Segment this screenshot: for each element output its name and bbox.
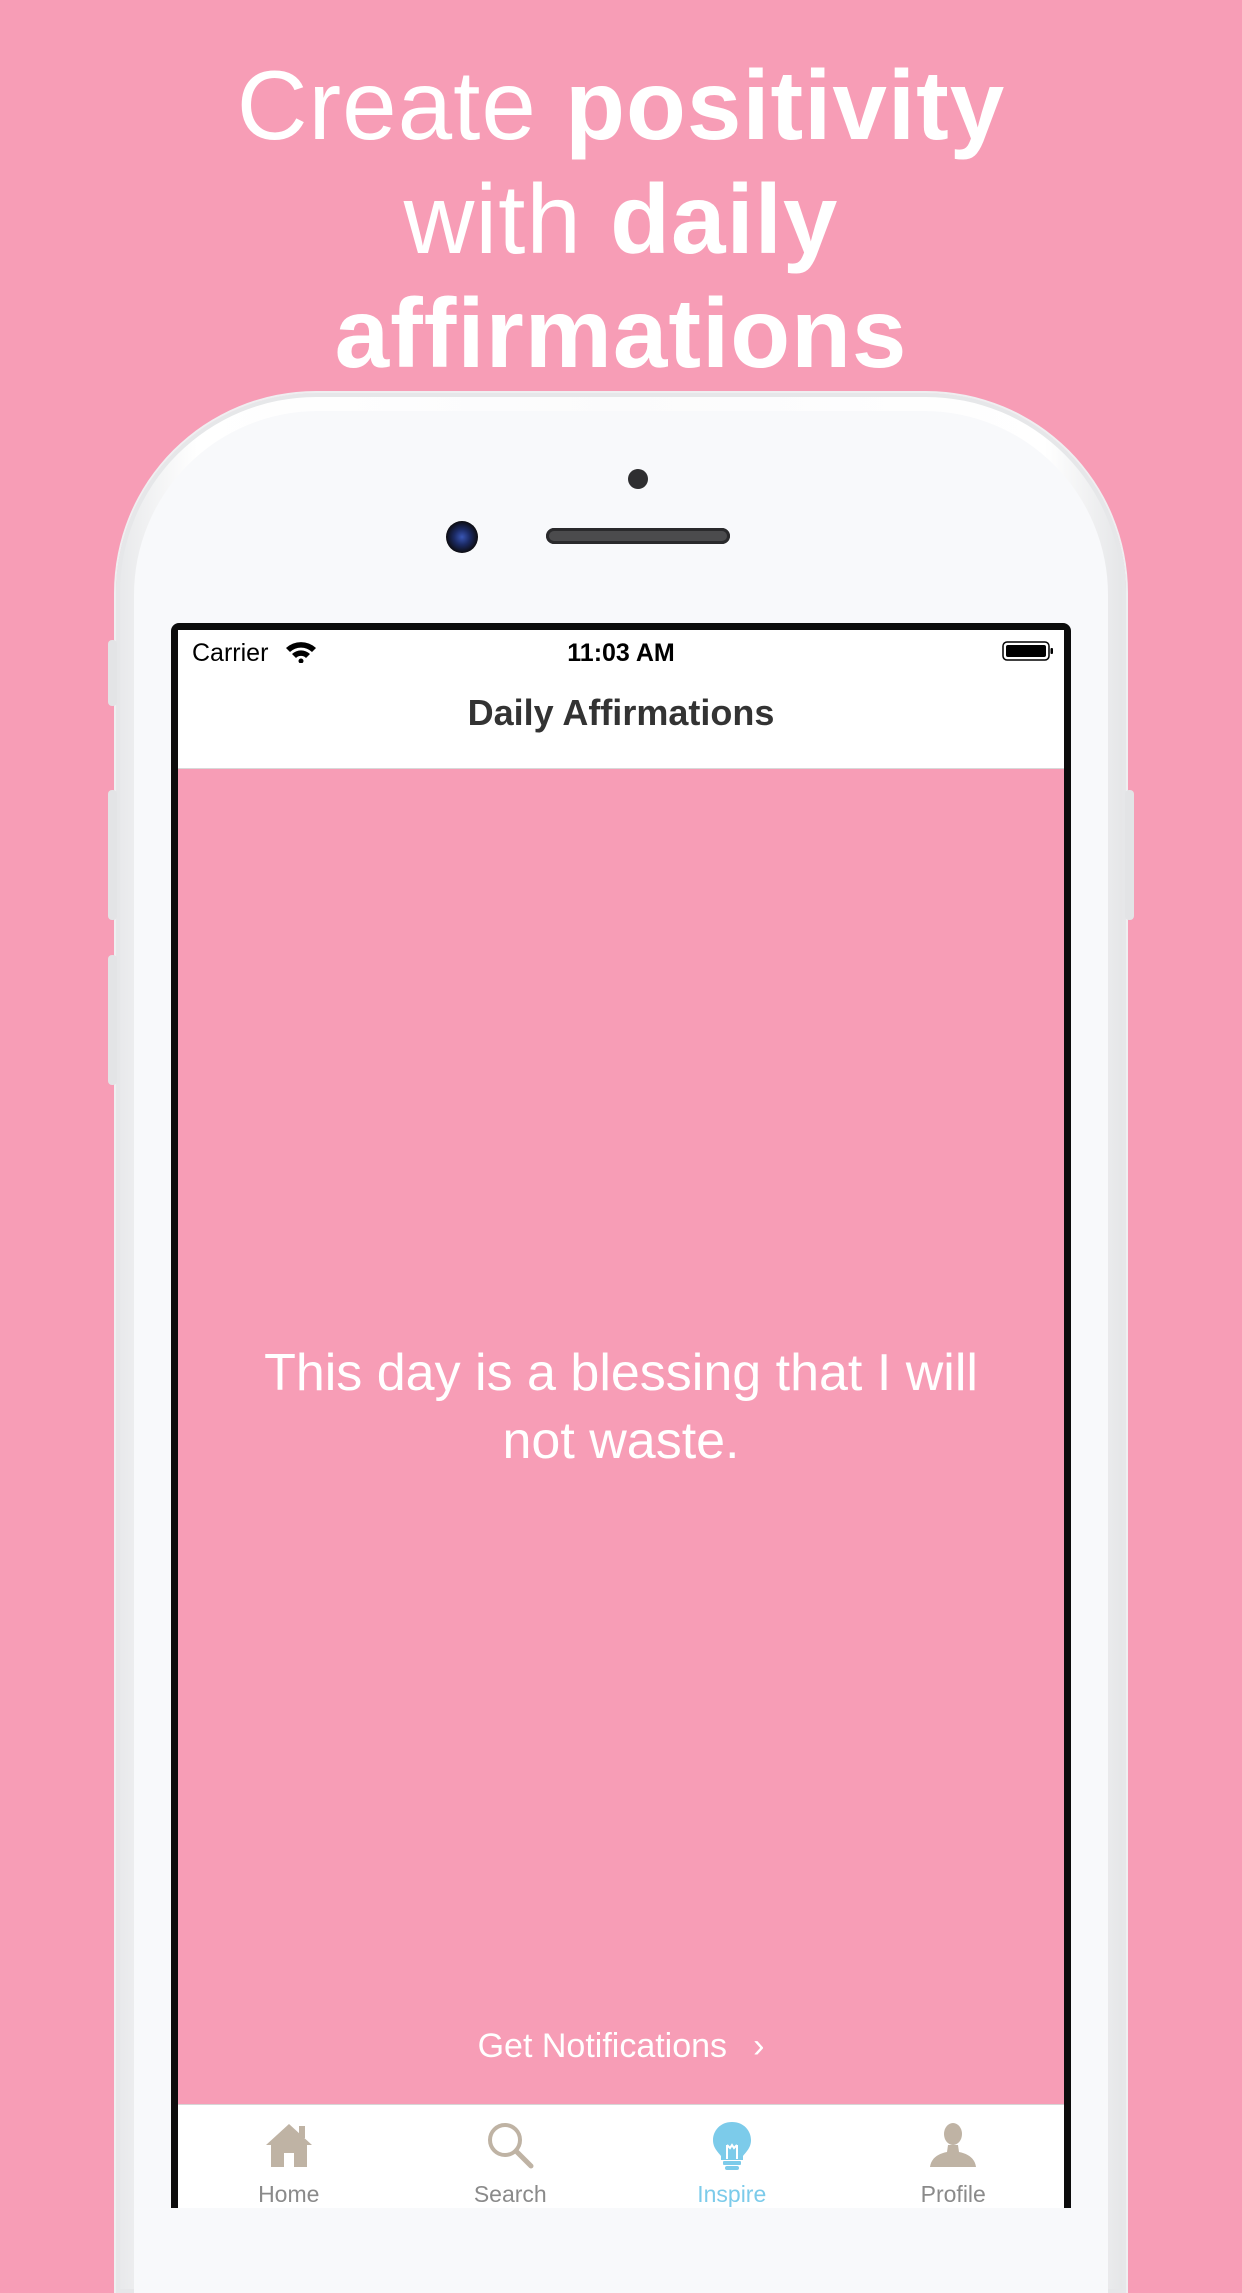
headline-line-3-bold: affirmations (334, 278, 908, 388)
profile-icon (930, 2123, 977, 2167)
affirmation-panel: This day is a blessing that I will not w… (178, 769, 1064, 2104)
tab-profile-label: Profile (920, 2181, 986, 2207)
tab-home-label: Home (258, 2181, 320, 2207)
headline-line-1-bold: positivity (565, 50, 1006, 160)
get-notifications-link[interactable]: Get Notifications › (178, 2027, 1064, 2066)
tab-inspire[interactable]: Inspire (621, 2105, 843, 2208)
headline-line-2-bold: daily (610, 164, 839, 274)
get-notifications-label: Get Notifications (477, 2027, 728, 2065)
tab-search-label: Search (473, 2181, 547, 2207)
status-bar: Carrier 11:03 AM (178, 630, 1064, 670)
volume-down-button (108, 955, 117, 1085)
headline-line-1-light: Create (236, 50, 566, 160)
nav-title: Daily Affirmations (467, 692, 775, 733)
headline-line-3: affirmations (0, 276, 1242, 390)
phone-screen: Carrier 11:03 AM Daily Affirmations This… (171, 623, 1071, 2208)
lightbulb-icon (712, 2122, 751, 2170)
tab-inspire-label: Inspire (697, 2181, 767, 2207)
tab-profile[interactable]: Profile (843, 2105, 1065, 2208)
headline-line-1: Create positivity (0, 48, 1242, 162)
home-icon (265, 2124, 312, 2167)
battery-icon (1002, 641, 1053, 661)
headline-line-2: with daily (0, 162, 1242, 276)
marketing-headline: Create positivity with daily affirmation… (0, 48, 1242, 390)
navigation-bar: Daily Affirmations (178, 670, 1064, 769)
tab-search[interactable]: Search (400, 2105, 622, 2208)
headline-line-2-light: with (403, 164, 611, 274)
volume-up-button (108, 790, 117, 920)
status-time: 11:03 AM (567, 639, 675, 667)
front-camera (446, 521, 478, 553)
tab-home[interactable]: Home (178, 2105, 400, 2208)
front-sensor (628, 469, 648, 489)
search-icon (488, 2123, 534, 2169)
tab-bar: Home Search Inspire Profile (178, 2104, 1064, 2208)
earpiece-speaker (546, 528, 730, 544)
mute-switch (108, 640, 117, 706)
app-display: Carrier 11:03 AM Daily Affirmations This… (178, 630, 1064, 2208)
affirmation-text: This day is a blessing that I will not w… (264, 1344, 978, 1470)
power-button (1125, 790, 1134, 920)
chevron-right-icon: › (753, 2027, 765, 2065)
